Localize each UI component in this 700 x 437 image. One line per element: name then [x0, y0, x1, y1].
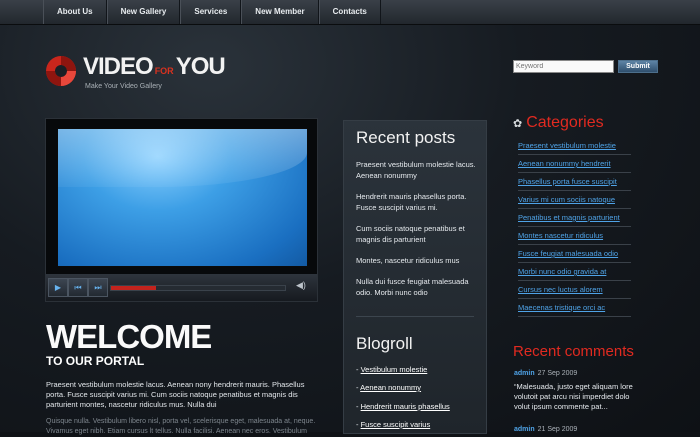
volume-icon[interactable]: ◀) — [296, 280, 306, 291]
blogroll-link[interactable]: Hendrerit mauris phasellus — [361, 402, 450, 411]
category-link[interactable]: Phasellus porta fusce suscipit — [518, 173, 631, 191]
logo-video-text: VIDEO — [83, 53, 154, 80]
nav-item-services[interactable]: Services — [180, 0, 242, 24]
play-icon[interactable]: ▶ — [48, 278, 68, 297]
search-input[interactable] — [513, 60, 614, 73]
player-controls: ▶ ⏮ ⏭ ◀) — [46, 274, 317, 301]
logo-swirl-icon — [46, 56, 76, 86]
welcome-heading: WELCOME TO OUR PORTAL — [46, 318, 212, 368]
recent-post-item[interactable]: Hendrerit mauris phasellus porta. Fusce … — [356, 191, 481, 213]
blogroll-link[interactable]: Aenean nonummy — [360, 383, 421, 392]
blogroll-item: - Fusce suscipit varius — [356, 420, 431, 429]
recent-posts-title: Recent posts — [356, 128, 456, 147]
categories-list: Praesent vestibulum molestie Aenean nonu… — [518, 137, 631, 317]
recent-post-item[interactable]: Praesent vestibulum molestie lacus. Aene… — [356, 159, 481, 181]
nav-item-new-member[interactable]: New Member — [241, 0, 319, 24]
welcome-subtitle: TO OUR PORTAL — [46, 354, 145, 368]
screen-gloss — [58, 129, 307, 187]
blogroll-item: - Aenean nonummy — [356, 383, 422, 392]
comment-meta: admin 27 Sep 2009 — [514, 370, 577, 377]
progress-bar[interactable] — [110, 285, 286, 291]
category-link[interactable]: Montes nascetur ridiculus — [518, 227, 631, 245]
category-link[interactable]: Varius mi cum sociis natoque — [518, 191, 631, 209]
category-link[interactable]: Aenean nonummy hendrerit — [518, 155, 631, 173]
category-link[interactable]: Penatibus et magnis parturient — [518, 209, 631, 227]
nav-item-about-us[interactable]: About Us — [43, 0, 107, 24]
nav-item-contacts[interactable]: Contacts — [318, 0, 381, 24]
search-form: Submit — [513, 60, 658, 73]
recent-comments-title: Recent comments — [513, 343, 634, 360]
page-body: VIDEOFORYOU Make Your Video Gallery Subm… — [0, 25, 700, 435]
blogroll-item: - Vestibulum molestie — [356, 365, 428, 374]
blogroll-link[interactable]: Fusce suscipit varius — [361, 420, 431, 429]
top-navigation: About Us New Gallery Services New Member… — [0, 0, 700, 25]
recent-post-item[interactable]: Cum sociis natoque penatibus et magnis d… — [356, 223, 481, 245]
nav-menu: About Us New Gallery Services New Member… — [43, 0, 381, 24]
welcome-title: WELCOME — [46, 318, 212, 355]
category-link[interactable]: Cursus nec luctus alorem — [518, 281, 631, 299]
categories-heading: ✿ Categories — [513, 114, 604, 132]
logo-you-text: YOU — [175, 53, 226, 80]
gear-icon: ✿ — [513, 117, 523, 130]
search-submit-button[interactable]: Submit — [618, 60, 658, 73]
video-screen[interactable] — [57, 128, 308, 267]
category-link[interactable]: Fusce feugiat malesuada odio — [518, 245, 631, 263]
middle-column: Recent posts Praesent vestibulum molesti… — [343, 120, 487, 434]
blogroll-title: Blogroll — [356, 334, 413, 353]
welcome-paragraph-2: Quisque nulla. Vestibulum libero nisl, p… — [46, 418, 316, 435]
comment-text: “Malesuada, justo eget aliquam lore volu… — [514, 382, 633, 411]
divider — [356, 316, 474, 317]
category-link[interactable]: Morbi nunc odio gravida at — [518, 263, 631, 281]
logo-wordmark: VIDEO FORYOU — [83, 53, 226, 81]
nav-item-new-gallery[interactable]: New Gallery — [106, 0, 181, 24]
previous-icon[interactable]: ⏮ — [68, 278, 88, 297]
comment-date: 27 Sep 2009 — [537, 370, 578, 377]
logo-tagline: Make Your Video Gallery — [85, 83, 162, 90]
categories-title: Categories — [526, 114, 604, 131]
recent-post-item[interactable]: Nulla dui fusce feugiat malesuada odio. … — [356, 276, 481, 298]
progress-fill — [111, 286, 157, 290]
video-player: ▶ ⏮ ⏭ ◀) — [45, 118, 318, 302]
category-link[interactable]: Maecenas tristique orci ac — [518, 299, 631, 317]
welcome-paragraph-1: Praesent vestibulum molestie lacus. Aene… — [46, 380, 305, 409]
recent-post-item[interactable]: Montes, nascetur ridiculus mus — [356, 255, 481, 266]
next-icon[interactable]: ⏭ — [88, 278, 108, 297]
category-link[interactable]: Praesent vestibulum molestie — [518, 137, 631, 155]
comment-author[interactable]: admin — [514, 370, 535, 377]
logo-for-text: FOR — [154, 66, 174, 76]
blogroll-item: - Hendrerit mauris phasellus — [356, 402, 450, 411]
blogroll-link[interactable]: Vestibulum molestie — [361, 365, 428, 374]
